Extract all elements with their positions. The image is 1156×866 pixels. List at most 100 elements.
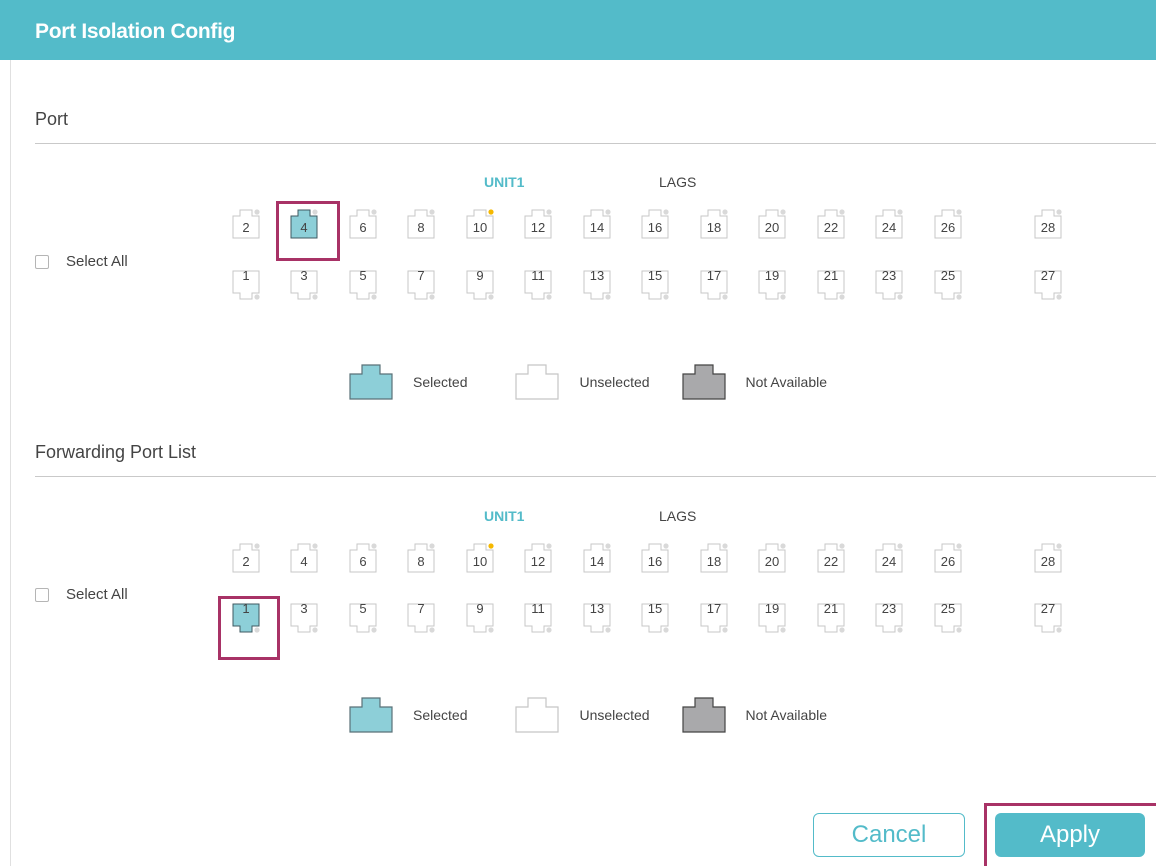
link-status-dot-icon [722, 543, 728, 549]
forwarding-port-22[interactable]: 22 [814, 540, 848, 576]
link-status-dot-icon [429, 543, 435, 549]
forwarding-port-17[interactable]: 17 [697, 600, 731, 636]
forwarding-port-8[interactable]: 8 [404, 540, 438, 576]
port-19[interactable]: 19 [755, 267, 789, 303]
forwarding-port-9[interactable]: 9 [463, 600, 497, 636]
forwarding-port-26[interactable]: 26 [931, 540, 965, 576]
forwarding-port-13[interactable]: 13 [580, 600, 614, 636]
port-number: 11 [531, 268, 545, 283]
link-status-dot-icon [956, 294, 962, 300]
port-lags-tab[interactable]: LAGS [659, 174, 696, 190]
port-number: 12 [530, 554, 546, 569]
forwarding-select-all-checkbox[interactable] [35, 587, 49, 602]
link-status-dot-icon [488, 627, 494, 633]
port-20[interactable]: 20 [755, 206, 789, 242]
link-status-dot-icon [605, 543, 611, 549]
forwarding-select-all[interactable]: Select All [35, 586, 128, 603]
forwarding-port-20[interactable]: 20 [755, 540, 789, 576]
port-10[interactable]: 10 [463, 206, 497, 242]
link-status-dot-icon [722, 294, 728, 300]
port-17[interactable]: 17 [697, 267, 731, 303]
port-14[interactable]: 14 [580, 206, 614, 242]
port-number: 26 [940, 220, 956, 235]
forwarding-lags-tab[interactable]: LAGS [659, 508, 696, 524]
forwarding-port-7[interactable]: 7 [404, 600, 438, 636]
port-7[interactable]: 7 [404, 267, 438, 303]
port-select-all[interactable]: Select All [35, 253, 128, 270]
legend-selected-label: Selected [413, 707, 468, 723]
forwarding-port-18[interactable]: 18 [697, 540, 731, 576]
forwarding-port-14[interactable]: 14 [580, 540, 614, 576]
forwarding-section-divider [35, 476, 1156, 477]
port-number: 8 [417, 554, 425, 569]
forwarding-port-24[interactable]: 24 [872, 540, 906, 576]
port-26[interactable]: 26 [931, 206, 965, 242]
link-status-dot-icon [488, 294, 494, 300]
forwarding-port-28[interactable]: 28 [1031, 540, 1065, 576]
legend-unselected: Unselected [515, 697, 650, 733]
forwarding-port-27[interactable]: 27 [1031, 600, 1065, 636]
port-2[interactable]: 2 [229, 206, 263, 242]
port-15[interactable]: 15 [638, 267, 672, 303]
forwarding-port-23[interactable]: 23 [872, 600, 906, 636]
forwarding-port-12[interactable]: 12 [521, 540, 555, 576]
port-number: 11 [531, 601, 545, 616]
apply-highlight [984, 803, 1156, 866]
link-status-dot-icon [371, 543, 377, 549]
forwarding-port-10[interactable]: 10 [463, 540, 497, 576]
port-number: 2 [242, 220, 250, 235]
forwarding-unit-tab[interactable]: UNIT1 [484, 508, 524, 524]
link-status-dot-icon [605, 627, 611, 633]
port-number: 5 [359, 601, 367, 616]
link-status-dot-icon [429, 627, 435, 633]
port-13[interactable]: 13 [580, 267, 614, 303]
port-number: 14 [589, 554, 605, 569]
link-status-dot-icon [371, 294, 377, 300]
port-18[interactable]: 18 [697, 206, 731, 242]
port-11[interactable]: 11 [521, 267, 555, 303]
cancel-button[interactable]: Cancel [813, 813, 965, 857]
port-select-all-checkbox[interactable] [35, 254, 49, 269]
port-5[interactable]: 5 [346, 267, 380, 303]
port-3[interactable]: 3 [287, 267, 321, 303]
port-1[interactable]: 1 [229, 267, 263, 303]
forwarding-port-5[interactable]: 5 [346, 600, 380, 636]
port-28[interactable]: 28 [1031, 206, 1065, 242]
forwarding-port-4[interactable]: 4 [287, 540, 321, 576]
port-6[interactable]: 6 [346, 206, 380, 242]
forwarding-port-19[interactable]: 19 [755, 600, 789, 636]
port-number: 25 [940, 601, 956, 616]
port-8[interactable]: 8 [404, 206, 438, 242]
legend-selected: Selected [349, 697, 467, 733]
port-12[interactable]: 12 [521, 206, 555, 242]
link-status-dot-icon [605, 209, 611, 215]
port-number: 18 [706, 220, 722, 235]
forwarding-port-16[interactable]: 16 [638, 540, 672, 576]
forwarding-port-3[interactable]: 3 [287, 600, 321, 636]
forwarding-port-15[interactable]: 15 [638, 600, 672, 636]
port-number: 13 [589, 601, 605, 616]
port-number: 17 [706, 601, 722, 616]
port-number: 3 [300, 268, 308, 283]
port-23[interactable]: 23 [872, 267, 906, 303]
forwarding-port-25[interactable]: 25 [931, 600, 965, 636]
forwarding-port-21[interactable]: 21 [814, 600, 848, 636]
forwarding-port-2[interactable]: 2 [229, 540, 263, 576]
link-status-dot-icon [780, 209, 786, 215]
port-unit-tab[interactable]: UNIT1 [484, 174, 524, 190]
port-24[interactable]: 24 [872, 206, 906, 242]
port-9[interactable]: 9 [463, 267, 497, 303]
port-25[interactable]: 25 [931, 267, 965, 303]
port-number: 9 [476, 268, 484, 283]
port-27[interactable]: 27 [1031, 267, 1065, 303]
port-16[interactable]: 16 [638, 206, 672, 242]
link-status-dot-icon [429, 294, 435, 300]
port-21[interactable]: 21 [814, 267, 848, 303]
forwarding-port-11[interactable]: 11 [521, 600, 555, 636]
port-number: 27 [1040, 601, 1056, 616]
port-number: 10 [472, 220, 488, 235]
port-number: 24 [881, 554, 897, 569]
forwarding-port-6[interactable]: 6 [346, 540, 380, 576]
port-section-title: Port [35, 109, 69, 129]
port-22[interactable]: 22 [814, 206, 848, 242]
